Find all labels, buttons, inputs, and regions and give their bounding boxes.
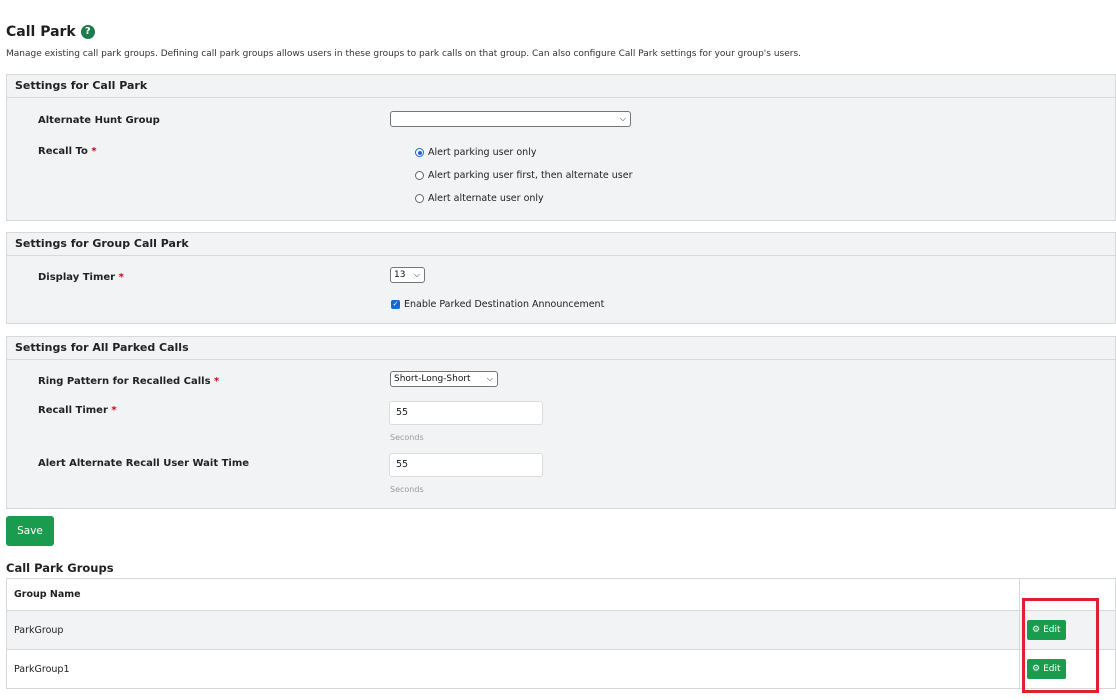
group-name-column-header: Group Name — [6, 578, 1020, 611]
section-header: Settings for Group Call Park — [7, 233, 1115, 256]
call-park-groups-table: Group Name ParkGroup ⚙ Edit ParkGroup1 ⚙ — [6, 578, 1116, 689]
call-park-settings-section: Settings for Call Park Alternate Hunt Gr… — [6, 74, 1116, 221]
group-name-cell: ParkGroup — [6, 610, 1020, 650]
alternate-wait-time-input[interactable]: 55 — [389, 453, 543, 477]
ring-pattern-label-text: Ring Pattern for Recalled Calls — [38, 376, 211, 387]
required-mark: * — [111, 405, 117, 416]
chevron-down-icon: ⌵ — [486, 374, 493, 383]
radio-button[interactable] — [415, 194, 424, 203]
required-mark: * — [118, 272, 124, 283]
alternate-hunt-group-label: Alternate Hunt Group — [38, 115, 160, 126]
group-name-cell: ParkGroup1 — [6, 649, 1020, 689]
title-row: Call Park ? — [6, 24, 95, 40]
section-header: Settings for All Parked Calls — [7, 337, 1115, 360]
alternate-wait-time-label: Alert Alternate Recall User Wait Time — [38, 458, 249, 469]
recall-to-option-label: Alert parking user only — [428, 147, 537, 158]
group-call-park-settings-section: Settings for Group Call Park Display Tim… — [6, 232, 1116, 324]
recall-to-option-label: Alert alternate user only — [428, 193, 544, 204]
display-timer-value: 13 — [394, 270, 406, 280]
ring-pattern-label: Ring Pattern for Recalled Calls * — [38, 376, 219, 387]
page-title: Call Park — [6, 24, 76, 40]
table-header-row: Group Name — [6, 578, 1116, 611]
ring-pattern-select[interactable]: Short-Long-Short ⌵ — [390, 371, 498, 387]
highlight-box — [1022, 598, 1099, 693]
alternate-hunt-group-label-text: Alternate Hunt Group — [38, 115, 160, 126]
recall-timer-value: 55 — [396, 407, 409, 418]
save-button[interactable]: Save — [6, 516, 54, 546]
call-park-groups-title: Call Park Groups — [6, 561, 114, 575]
table-row: ParkGroup ⚙ Edit — [6, 610, 1116, 650]
recall-timer-label: Recall Timer * — [38, 405, 117, 416]
required-mark: * — [91, 146, 97, 157]
alternate-wait-time-label-text: Alert Alternate Recall User Wait Time — [38, 458, 250, 469]
recall-to-option-parking-user-only[interactable]: Alert parking user only — [415, 147, 536, 158]
radio-button-selected[interactable] — [415, 148, 424, 157]
recall-timer-input[interactable]: 55 — [389, 401, 543, 425]
call-park-page: Call Park ? Manage existing call park gr… — [0, 0, 1116, 700]
chevron-down-icon: ⌵ — [619, 114, 626, 123]
alternate-wait-time-value: 55 — [396, 459, 409, 470]
table-row: ParkGroup1 ⚙ Edit — [6, 649, 1116, 689]
recall-to-option-alternate-only[interactable]: Alert alternate user only — [415, 193, 544, 204]
alternate-hunt-group-select[interactable]: ⌵ — [390, 111, 631, 127]
help-icon[interactable]: ? — [80, 25, 95, 39]
recall-timer-unit: Seconds — [390, 433, 424, 442]
recall-to-option-label: Alert parking user first, then alternate… — [428, 170, 633, 181]
parked-destination-announcement-label: Enable Parked Destination Announcement — [404, 299, 605, 310]
radio-button[interactable] — [415, 171, 424, 180]
chevron-down-icon: ⌵ — [413, 270, 420, 279]
section-header: Settings for Call Park — [7, 75, 1115, 98]
all-parked-calls-settings-section: Settings for All Parked Calls Ring Patte… — [6, 336, 1116, 509]
display-timer-label: Display Timer * — [38, 272, 124, 283]
parked-destination-announcement-option[interactable]: ✓ Enable Parked Destination Announcement — [391, 299, 604, 310]
recall-to-label-text: Recall To — [38, 146, 88, 157]
checkbox-checked[interactable]: ✓ — [391, 300, 400, 309]
display-timer-label-text: Display Timer — [38, 272, 116, 283]
alternate-wait-time-unit: Seconds — [390, 485, 424, 494]
ring-pattern-value: Short-Long-Short — [394, 374, 471, 384]
recall-to-label: Recall To * — [38, 146, 97, 157]
display-timer-select[interactable]: 13 ⌵ — [390, 267, 425, 283]
page-description: Manage existing call park groups. Defini… — [6, 49, 802, 59]
recall-to-option-parking-then-alternate[interactable]: Alert parking user first, then alternate… — [415, 170, 633, 181]
required-mark: * — [214, 376, 220, 387]
recall-timer-label-text: Recall Timer — [38, 405, 108, 416]
